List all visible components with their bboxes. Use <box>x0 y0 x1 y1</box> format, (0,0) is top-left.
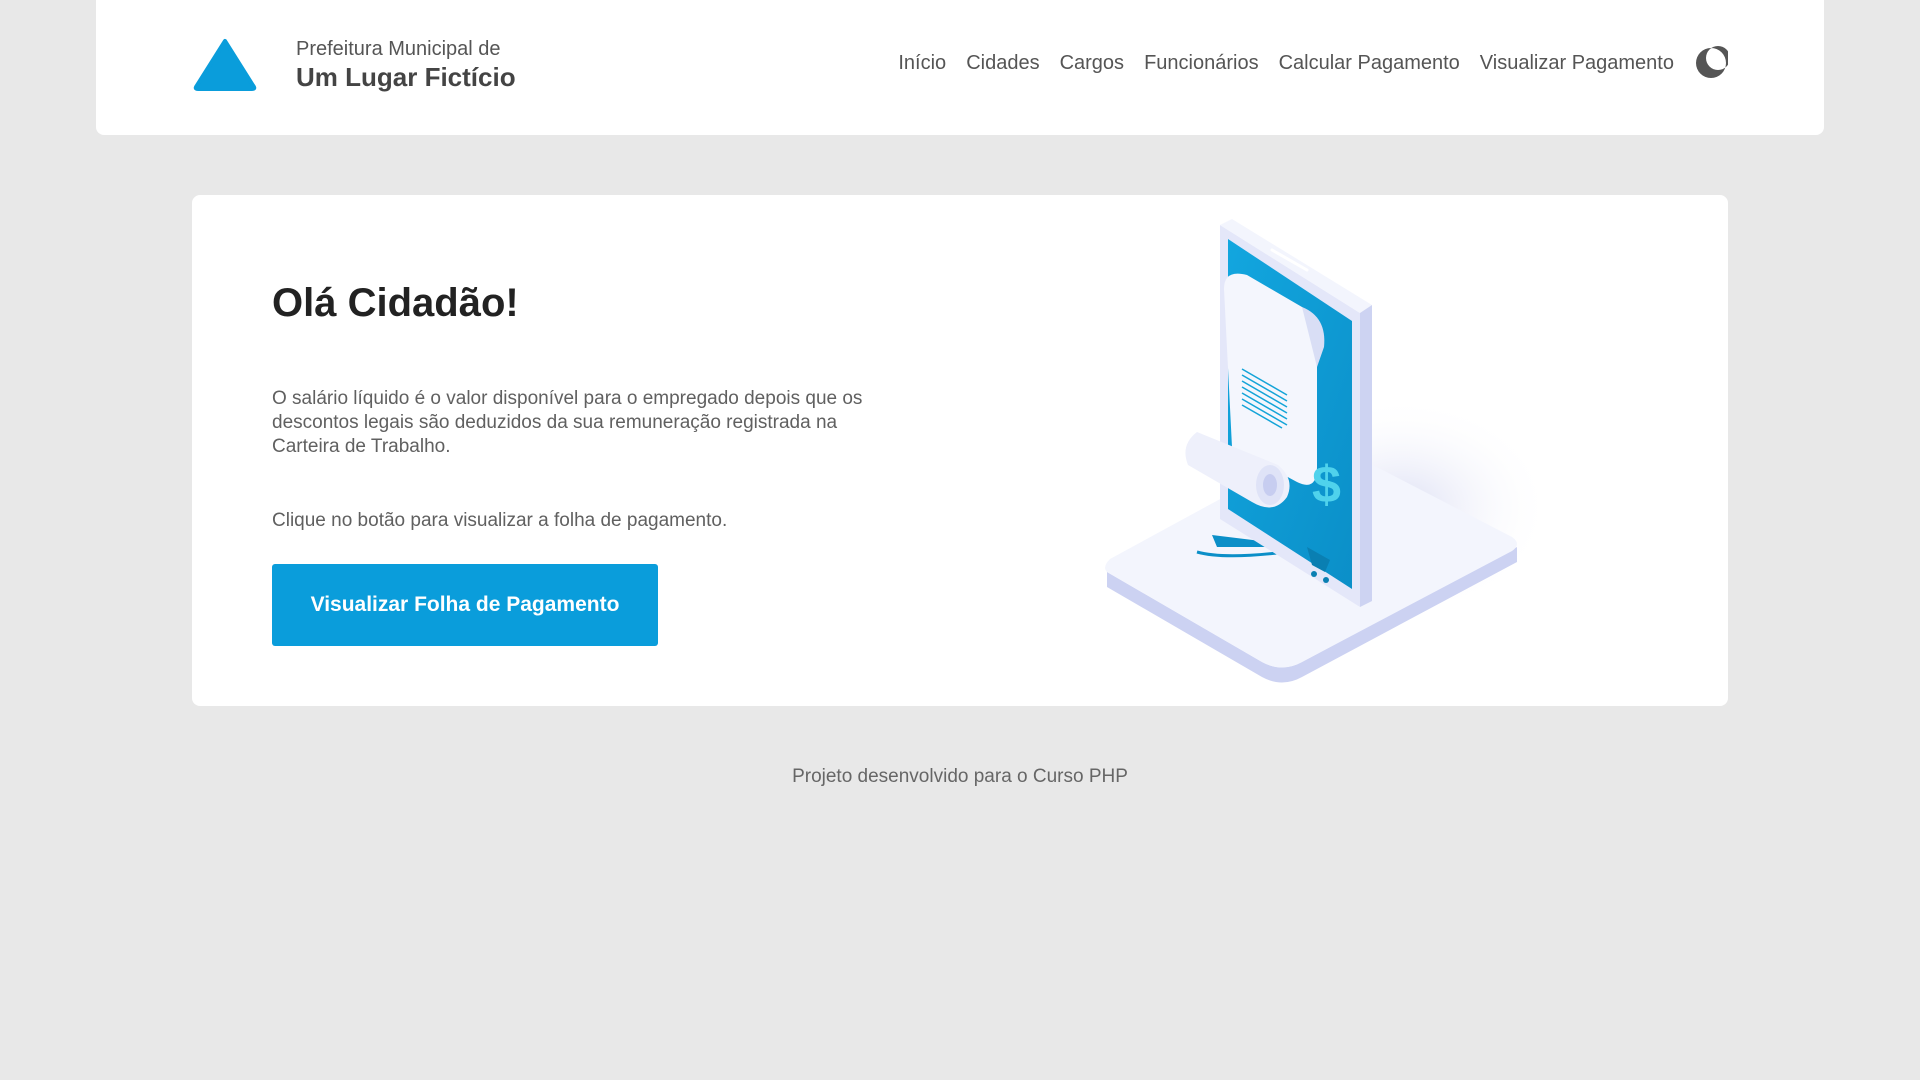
site-header: Prefeitura Municipal de Um Lugar Fictíci… <box>96 0 1824 135</box>
brand-subtitle: Prefeitura Municipal de <box>296 38 501 60</box>
hero-card: Olá Cidadão! O salário líquido é o valor… <box>192 195 1728 706</box>
svg-text:$: $ <box>1312 456 1341 514</box>
brand-title: Um Lugar Fictício <box>296 62 516 92</box>
brand[interactable]: Prefeitura Municipal de Um Lugar Fictíci… <box>192 36 516 92</box>
nav-inicio[interactable]: Início <box>898 52 946 75</box>
payroll-illustration: $ <box>1105 219 1552 683</box>
main-nav: Início Cidades Cargos Funcionários Calcu… <box>878 46 1728 80</box>
nav-cargos[interactable]: Cargos <box>1060 52 1124 75</box>
moon-icon[interactable] <box>1694 46 1728 80</box>
site-footer: Projeto desenvolvido para o Curso PHP <box>792 766 1128 787</box>
nav-funcionarios[interactable]: Funcionários <box>1144 52 1259 75</box>
nav-cidades[interactable]: Cidades <box>966 52 1039 75</box>
view-payroll-button[interactable]: Visualizar Folha de Pagamento <box>272 564 658 646</box>
hero-title: Olá Cidadão! <box>272 281 519 325</box>
brand-text: Prefeitura Municipal de Um Lugar Fictíci… <box>296 36 516 92</box>
triangle-logo-icon <box>193 39 257 91</box>
hero-hint: Clique no botão para visualizar a folha … <box>272 510 728 531</box>
nav-visualizar-pagamento[interactable]: Visualizar Pagamento <box>1480 52 1674 75</box>
nav-calcular-pagamento[interactable]: Calcular Pagamento <box>1279 52 1460 75</box>
hero-description: O salário líquido é o valor disponível p… <box>272 388 863 457</box>
